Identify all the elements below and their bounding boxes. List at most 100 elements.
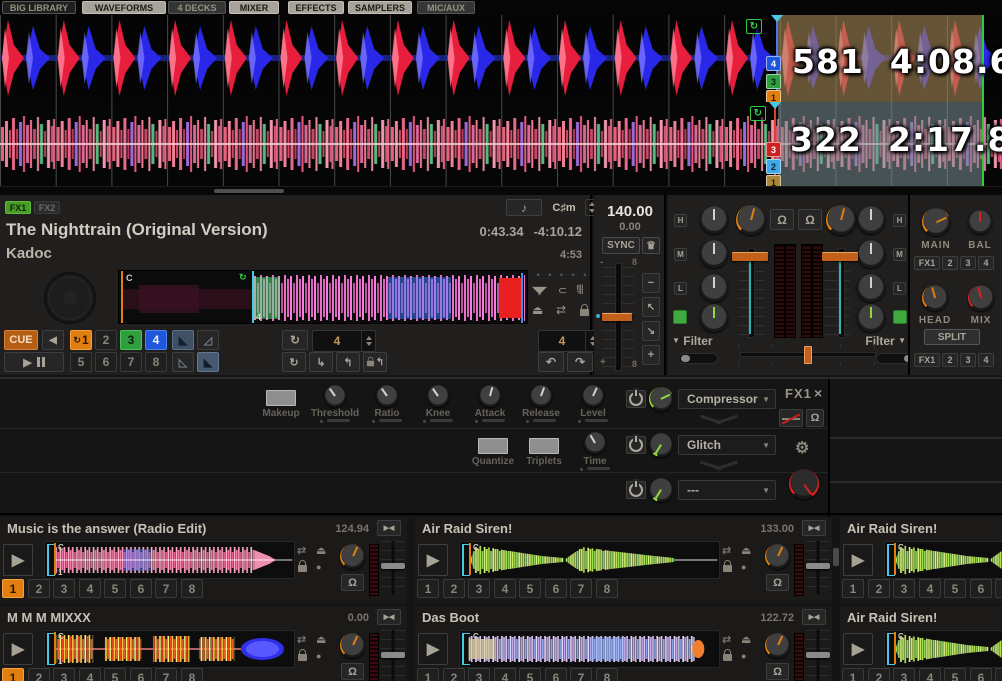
fx-settings-gear-icon[interactable]: ⚙ — [795, 438, 809, 458]
beatjump-back-button[interactable]: ↶ — [538, 352, 564, 372]
main-volume-knob[interactable] — [922, 208, 950, 236]
sampler-hotcue-5[interactable]: 5 — [104, 579, 126, 598]
fx-slot1-meta-knob[interactable] — [649, 387, 673, 411]
sampler-pitch-handle[interactable] — [806, 652, 830, 658]
deck-overview-waveform[interactable]: C ↻ 4 — [118, 270, 528, 324]
key-note-button[interactable]: ♪ — [506, 199, 542, 216]
sampler-hotcue-3[interactable]: 3 — [468, 579, 490, 598]
fx-unit-mix-knob[interactable] — [789, 469, 819, 499]
hotcue-7-button[interactable]: 7 — [120, 352, 142, 372]
fx-slot2-meta-knob[interactable] — [649, 433, 673, 457]
master-fx2-button[interactable]: 2 — [942, 256, 958, 270]
gain-knob-left[interactable] — [736, 205, 766, 235]
quick-effect-enable-right[interactable] — [893, 310, 907, 324]
sampler-pitch-slider[interactable] — [381, 541, 405, 595]
rate-nudge-up-button[interactable]: ↖ — [642, 297, 660, 317]
eject-icon[interactable]: ⏏ — [741, 633, 751, 646]
sampler-waveform[interactable]: C 1 — [44, 630, 295, 668]
filter-toggle-left[interactable] — [678, 353, 718, 364]
keylock-icon[interactable] — [723, 565, 732, 572]
fx-slot3-meta-knob[interactable] — [649, 478, 673, 502]
head-fx1-button[interactable]: FX1 — [914, 353, 940, 367]
sampler-hotcue-3[interactable]: 3 — [893, 579, 915, 598]
fx-param-ratio-knob[interactable] — [376, 385, 398, 407]
deck2-hotcue-marker-2[interactable]: 2 — [766, 159, 781, 174]
fx-slot1-selector[interactable]: Compressor ▼ — [678, 389, 776, 409]
outro-start-button[interactable]: ◺ — [172, 352, 194, 372]
sampler-waveform[interactable]: C — [459, 541, 720, 579]
eq-high-knob-left[interactable] — [700, 206, 728, 234]
sampler-hotcue-6[interactable]: 6 — [130, 668, 152, 681]
sampler-hotcue-1[interactable]: 1 — [417, 668, 439, 681]
slip-mode-icon[interactable]: ◥◤ — [532, 284, 545, 297]
sampler-hotcue-4[interactable]: 4 — [79, 579, 101, 598]
stop-dot-icon[interactable]: ● — [741, 562, 746, 572]
beatjump-size-spinbox[interactable]: 4 — [538, 330, 600, 352]
sampler-hotcue-7[interactable]: 7 — [155, 579, 177, 598]
cue-button[interactable]: CUE — [4, 330, 38, 350]
sampler-hotcue-3[interactable]: 3 — [893, 668, 915, 681]
sampler-hotcue-7[interactable]: 7 — [155, 668, 177, 681]
split-cue-button[interactable]: SPLIT — [924, 329, 980, 345]
rate-temp-down-button[interactable]: − — [642, 273, 660, 293]
sampler-hotcue-1[interactable]: 1 — [2, 668, 24, 681]
sampler-pfl-button[interactable]: Ω — [766, 663, 789, 680]
sampler-hotcue-2[interactable]: 2 — [443, 579, 465, 598]
eq-mid-knob-right[interactable] — [857, 240, 885, 268]
keylock-icon[interactable] — [298, 654, 307, 661]
sampler-hotcue-5[interactable]: 5 — [944, 579, 966, 598]
filter-selector-left[interactable]: ▼ Filter — [672, 334, 713, 348]
sampler-hotcue-2[interactable]: 2 — [868, 668, 890, 681]
sampler-hotcue-5[interactable]: 5 — [944, 668, 966, 681]
loop-in-button[interactable]: ↳ — [309, 352, 333, 372]
reverse-button[interactable]: ◀ — [42, 330, 64, 350]
loop-size-spinbox[interactable]: 4 — [312, 330, 376, 352]
stop-dot-icon[interactable]: ● — [316, 562, 321, 572]
eq-mid-kill-right[interactable]: M — [893, 248, 906, 261]
master-fx4-button[interactable]: 4 — [978, 256, 994, 270]
eject-icon[interactable]: ⏏ — [532, 303, 543, 317]
pfl-button-right[interactable]: Ω — [798, 209, 822, 230]
deck1-hotcue-marker-4[interactable]: 4 — [766, 56, 781, 71]
deck2-hotcue-marker-3[interactable]: 3 — [766, 142, 781, 157]
sampler-hotcue-4[interactable]: 4 — [79, 668, 101, 681]
beatgrid-icon[interactable]: !||| — [576, 284, 583, 295]
sampler-hotcue-2[interactable]: 2 — [28, 668, 50, 681]
deck1-hotcue-marker-3[interactable]: 3 — [766, 74, 781, 89]
rating-dots[interactable]: • • • • • — [532, 270, 594, 280]
sampler-pitch-slider[interactable] — [381, 630, 405, 681]
sampler-waveform[interactable]: C — [884, 541, 1002, 579]
repeat-icon[interactable]: ⇄ — [556, 303, 566, 317]
deck1-loop-marker-icon[interactable]: ↻ — [746, 19, 762, 34]
fx-slot2-selector[interactable]: Glitch ▼ — [678, 435, 776, 455]
sampler-hotcue-1[interactable]: 1 — [842, 579, 864, 598]
toggle-mixer[interactable]: MIXER — [229, 1, 279, 14]
volume-fader-handle-left[interactable] — [732, 252, 768, 261]
deck2-hotcue-marker-1[interactable]: 1 — [766, 175, 781, 186]
rate-nudge-down-button[interactable]: ↘ — [642, 321, 660, 341]
sampler-pitch-slider[interactable] — [806, 630, 830, 681]
sampler-pfl-button[interactable]: Ω — [341, 663, 364, 680]
outro-end-button[interactable]: ◣ — [197, 352, 219, 372]
sampler-hotcue-3[interactable]: 3 — [468, 668, 490, 681]
fx-slot3-selector[interactable]: --- ▼ — [678, 480, 776, 500]
sampler-gain-knob[interactable] — [340, 544, 365, 569]
head-fx2-button[interactable]: 2 — [942, 353, 958, 367]
sampler-splitter-handle[interactable] — [833, 548, 839, 566]
eq-mid-kill-left[interactable]: M — [674, 248, 687, 261]
sampler-sync-button[interactable]: ▶◀ — [377, 520, 401, 536]
eq-mid-knob-left[interactable] — [700, 240, 728, 268]
deck1-hotcue-marker-1[interactable]: 1 — [766, 90, 781, 102]
fx-param-threshold-knob[interactable] — [324, 385, 346, 407]
sampler-gain-knob[interactable] — [340, 633, 365, 658]
sampler-hotcue-7[interactable]: 7 — [995, 579, 1002, 598]
sampler-hotcue-3[interactable]: 3 — [53, 668, 75, 681]
pitch-slider-handle[interactable] — [602, 313, 632, 321]
sampler-hotcue-6[interactable]: 6 — [130, 579, 152, 598]
toggle-mic-aux[interactable]: MIC/AUX — [417, 1, 475, 14]
repeat-icon[interactable]: ⇄ — [722, 633, 731, 646]
hotcue-5-button[interactable]: 5 — [70, 352, 92, 372]
deck2-waveform[interactable]: ↻ 3 2 1 322 2:17.88 — [0, 102, 1002, 186]
sampler-pitch-slider[interactable] — [806, 541, 830, 595]
sampler-play-button[interactable]: ▶ — [843, 633, 873, 665]
